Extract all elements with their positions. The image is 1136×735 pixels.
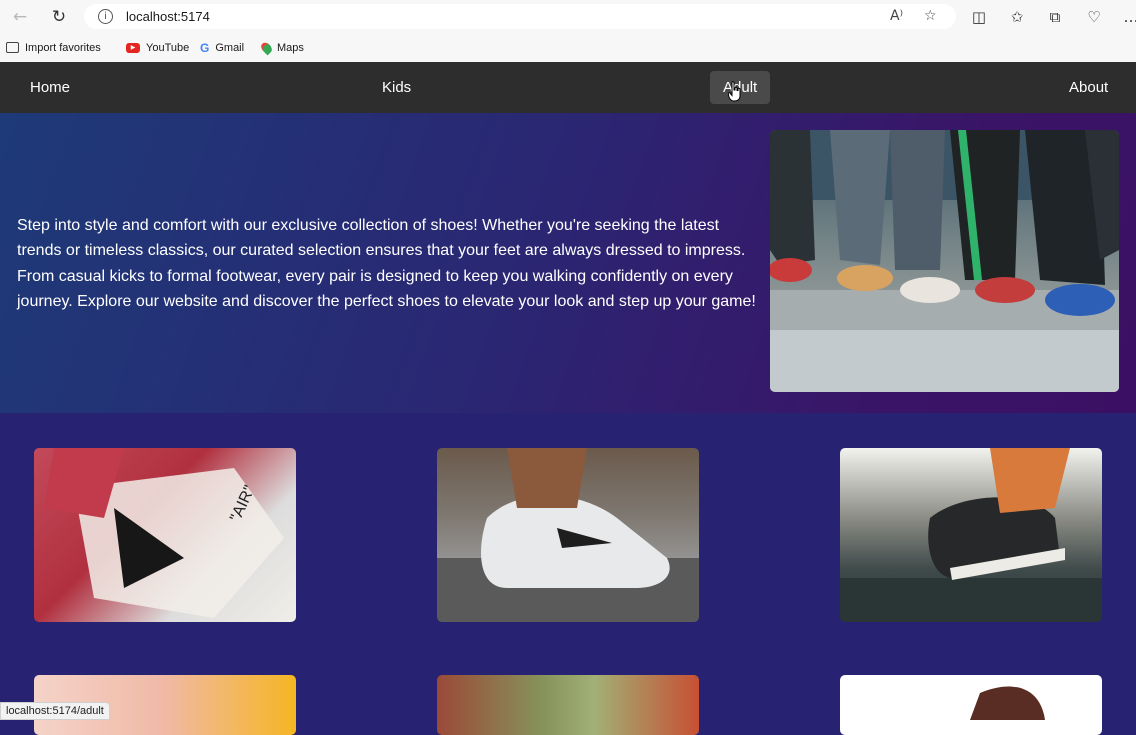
favorites-icon[interactable]: ✩ — [1006, 6, 1028, 28]
youtube-icon: ▶ — [126, 42, 140, 53]
back-button[interactable]: ← — [7, 4, 33, 30]
hero-description: Step into style and comfort with our exc… — [17, 217, 756, 310]
product-image[interactable] — [437, 448, 699, 622]
read-aloud-icon[interactable]: A⁾ — [890, 8, 903, 24]
arrow-left-icon: ← — [12, 7, 28, 27]
bookmark-maps[interactable]: Maps — [259, 39, 304, 56]
split-screen-icon[interactable]: ◫ — [968, 6, 990, 28]
google-icon: G — [200, 40, 210, 55]
bookmark-import-favorites[interactable]: Import favorites — [6, 39, 101, 56]
product-image[interactable] — [840, 448, 1102, 622]
browser-toolbar: ← ↻ i localhost:5174 A⁾ ☆ ◫ ✩ ⧉ ♡ … — [0, 0, 1136, 33]
product-image[interactable] — [840, 675, 1102, 735]
star-icon[interactable]: ☆ — [924, 8, 937, 24]
bookmark-gmail[interactable]: G Gmail — [200, 39, 244, 56]
address-bar[interactable]: i localhost:5174 A⁾ ☆ — [84, 4, 956, 29]
product-image[interactable] — [437, 675, 699, 735]
product-image[interactable]: "AIR" — [34, 448, 296, 622]
site-navbar: Home Kids Adult About — [0, 62, 1136, 113]
browser-essentials-icon[interactable]: ♡ — [1083, 6, 1105, 28]
dark-sneaker-splash-photo — [840, 448, 1102, 622]
url-text[interactable]: localhost:5174 — [126, 9, 210, 24]
info-icon[interactable]: i — [98, 9, 113, 24]
white-sneaker-photo — [437, 448, 699, 622]
sneakers-photo-illustration — [770, 130, 1119, 392]
hero-photo-sneakers — [770, 130, 1119, 392]
maps-icon — [259, 40, 274, 55]
reload-button[interactable]: ↻ — [46, 4, 72, 30]
more-icon[interactable]: … — [1120, 6, 1136, 28]
nav-link-about[interactable]: About — [1069, 62, 1108, 113]
reload-icon: ↻ — [51, 7, 67, 27]
import-icon — [6, 42, 19, 53]
red-white-sneaker-photo: "AIR" — [44, 448, 284, 618]
collections-icon[interactable]: ⧉ — [1044, 6, 1066, 28]
hand-cursor-icon — [728, 81, 741, 102]
nav-link-kids[interactable]: Kids — [382, 62, 411, 113]
hero-section: Step into style and comfort with our exc… — [0, 113, 1136, 413]
bookmark-youtube[interactable]: ▶ YouTube — [126, 39, 189, 56]
bookmarks-bar: Import favorites ▶ YouTube G Gmail Maps — [0, 33, 1136, 62]
link-status-bar: localhost:5174/adult — [0, 702, 110, 720]
nav-link-home[interactable]: Home — [30, 62, 70, 113]
brown-sneaker-photo — [970, 686, 1045, 720]
